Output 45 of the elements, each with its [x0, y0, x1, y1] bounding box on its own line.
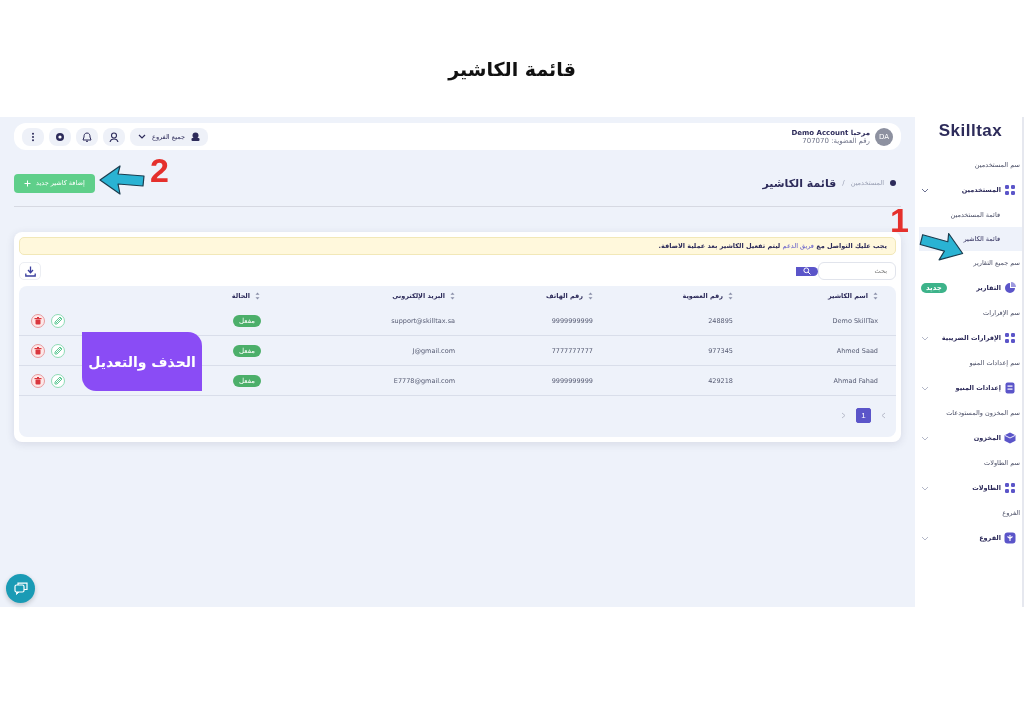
delete-button[interactable]: [31, 313, 45, 328]
box-icon: [1004, 432, 1016, 444]
circle-button[interactable]: [49, 127, 71, 146]
pencil-icon: [53, 316, 63, 325]
sort-icon: [450, 292, 455, 300]
chat-icon: [13, 581, 28, 596]
branch-icon: [1004, 532, 1016, 544]
grid-icon: [1004, 184, 1016, 196]
chevron-right-icon: [841, 412, 846, 419]
delete-button[interactable]: [31, 343, 45, 358]
chat-button[interactable]: [6, 574, 35, 603]
delete-button[interactable]: [31, 373, 45, 388]
circle-icon: [55, 131, 65, 142]
trash-icon: [34, 376, 42, 385]
trash-icon: [34, 346, 42, 355]
arrow-icon: [98, 164, 146, 196]
plus-icon: [24, 179, 31, 187]
search-button[interactable]: [796, 266, 818, 276]
grid-icon: [1004, 482, 1016, 494]
sort-icon: [588, 292, 593, 300]
notification-button[interactable]: [76, 127, 98, 146]
sort-icon: [728, 292, 733, 300]
chevron-icon: [138, 134, 146, 139]
grid-icon: [1004, 332, 1016, 344]
menu-button[interactable]: [22, 127, 44, 146]
page-title: قائمة الكاشير: [446, 57, 577, 83]
trash-icon: [34, 316, 42, 325]
download-icon: [24, 265, 36, 277]
sort-icon: [873, 292, 878, 300]
pencil-icon: [53, 376, 63, 385]
page-button[interactable]: 1: [856, 408, 871, 423]
logo: Skilltax: [937, 120, 1004, 142]
bullet-icon: [890, 180, 896, 186]
notification-icon: [82, 131, 92, 142]
step-number: 1: [890, 203, 909, 237]
step-number: 2: [150, 153, 169, 187]
download-button[interactable]: [19, 262, 41, 280]
pie-chart-icon: [1004, 282, 1016, 294]
callout-label: الحذف والتعديل: [82, 332, 202, 391]
pencil-icon: [53, 346, 63, 355]
sort-icon: [255, 292, 260, 300]
search-icon: [803, 267, 811, 275]
document-icon: [1004, 382, 1016, 394]
chevron-left-icon: [881, 412, 886, 419]
page-heading: قائمة الكاشير: [762, 176, 837, 190]
